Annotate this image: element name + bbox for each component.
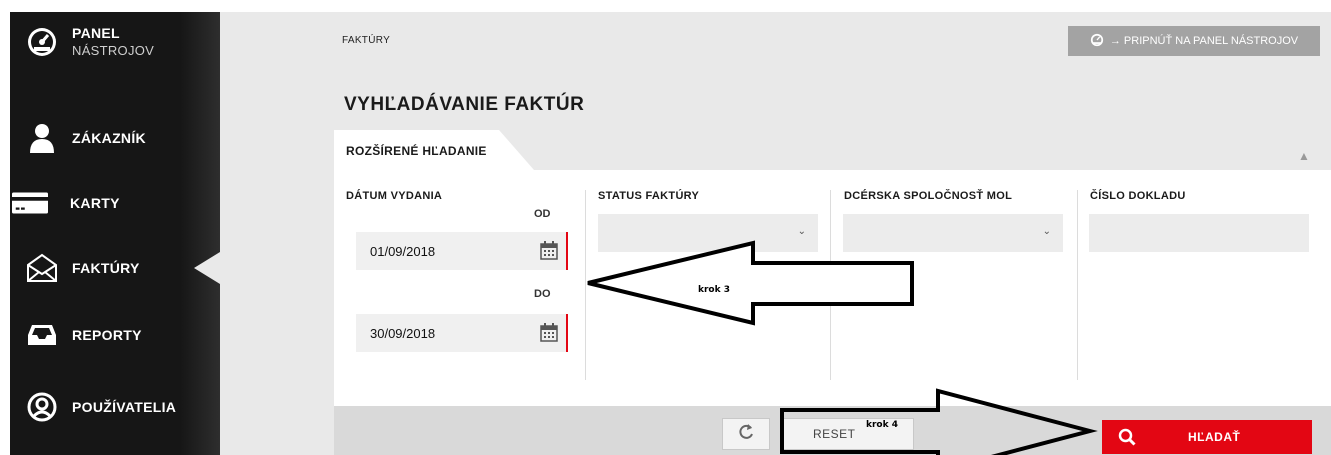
arrow-up-icon[interactable]: ▲ — [1298, 149, 1310, 163]
sidebar-item-label: PANEL — [72, 25, 120, 41]
dashboard-gauge-icon — [24, 24, 60, 60]
calendar-icon[interactable] — [540, 322, 558, 345]
sidebar-item-label: KARTY — [70, 195, 120, 211]
sidebar-item-sublabel: NÁSTROJOV — [72, 43, 155, 58]
date-from-field[interactable]: 01/09/2018 — [356, 232, 568, 270]
inbox-tray-icon — [24, 317, 60, 353]
search-footer: RESET HĽADAŤ — [334, 406, 1331, 455]
sidebar-item-cards[interactable]: KARTY — [10, 173, 220, 233]
search-panel: DÁTUM VYDANIA OD 01/09/2018 DO 30/09/201… — [334, 170, 1331, 406]
sidebar-item-customer[interactable]: ZÁKAZNÍK — [10, 108, 220, 168]
dashboard-gauge-icon — [1090, 33, 1104, 50]
user-circle-icon — [24, 389, 60, 425]
sidebar-item-label: REPORTY — [72, 327, 142, 343]
date-from-value: 01/09/2018 — [370, 244, 436, 259]
sidebar-item-reports[interactable]: REPORTY — [10, 305, 220, 365]
refresh-button[interactable] — [722, 418, 770, 450]
subsidiary-select[interactable]: ⌄ — [843, 214, 1063, 252]
issue-date-label: DÁTUM VYDANIA — [346, 190, 443, 202]
column-divider — [830, 190, 831, 380]
tab-label: ROZŠÍRENÉ HĽADANIE — [346, 144, 487, 158]
invoice-status-label: STATUS FAKTÚRY — [598, 190, 700, 202]
envelope-icon — [24, 250, 60, 286]
pin-to-dashboard-button[interactable]: → PRIPNÚŤ NA PANEL NÁSTROJOV — [1068, 26, 1320, 56]
breadcrumb[interactable]: FAKTÚRY — [342, 35, 390, 46]
calendar-icon[interactable] — [540, 240, 558, 263]
sidebar-item-invoices[interactable]: FAKTÚRY — [10, 238, 220, 298]
main-content: FAKTÚRY → PRIPNÚŤ NA PANEL NÁSTROJOV VYH… — [220, 12, 1331, 455]
column-divider — [1077, 190, 1078, 380]
document-number-label: ČÍSLO DOKLADU — [1090, 190, 1186, 202]
sidebar-item-dashboard[interactable]: PANEL NÁSTROJOV — [10, 12, 220, 72]
active-indicator — [194, 252, 220, 284]
sidebar: PANEL NÁSTROJOV ZÁKAZNÍK KARTY FAKTÚRY RE… — [10, 12, 220, 455]
refresh-icon — [737, 423, 755, 446]
annotation-step4-label: krok 4 — [866, 420, 898, 430]
date-to-value: 30/09/2018 — [370, 326, 436, 341]
date-to-field[interactable]: 30/09/2018 — [356, 314, 568, 352]
pin-button-label: → PRIPNÚŤ NA PANEL NÁSTROJOV — [1109, 35, 1299, 47]
credit-card-icon — [12, 185, 48, 221]
page-title: VYHĽADÁVANIE FAKTÚR — [344, 94, 585, 115]
invoice-status-select[interactable]: ⌄ — [598, 214, 818, 252]
column-divider — [585, 190, 586, 380]
annotation-step3-label: krok 3 — [698, 285, 730, 295]
reset-button-label: RESET — [813, 427, 856, 441]
user-icon — [24, 120, 60, 156]
from-label: OD — [534, 208, 551, 220]
tab-advanced-search[interactable]: ROZŠÍRENÉ HĽADANIE — [334, 130, 534, 170]
chevron-down-icon: ⌄ — [1042, 226, 1051, 237]
sidebar-item-label: ZÁKAZNÍK — [72, 130, 146, 146]
sidebar-item-label: POUŽÍVATELIA — [72, 399, 177, 415]
chevron-down-icon: ⌄ — [797, 226, 806, 237]
document-number-input[interactable] — [1089, 214, 1309, 252]
search-icon — [1118, 428, 1136, 449]
subsidiary-label: DCÉRSKA SPOLOČNOSŤ MOL — [844, 190, 1013, 202]
search-button[interactable]: HĽADAŤ — [1102, 420, 1312, 454]
sidebar-item-users[interactable]: POUŽÍVATELIA — [10, 377, 220, 437]
search-button-label: HĽADAŤ — [1188, 430, 1241, 444]
sidebar-item-label: FAKTÚRY — [72, 260, 140, 276]
to-label: DO — [534, 288, 551, 300]
